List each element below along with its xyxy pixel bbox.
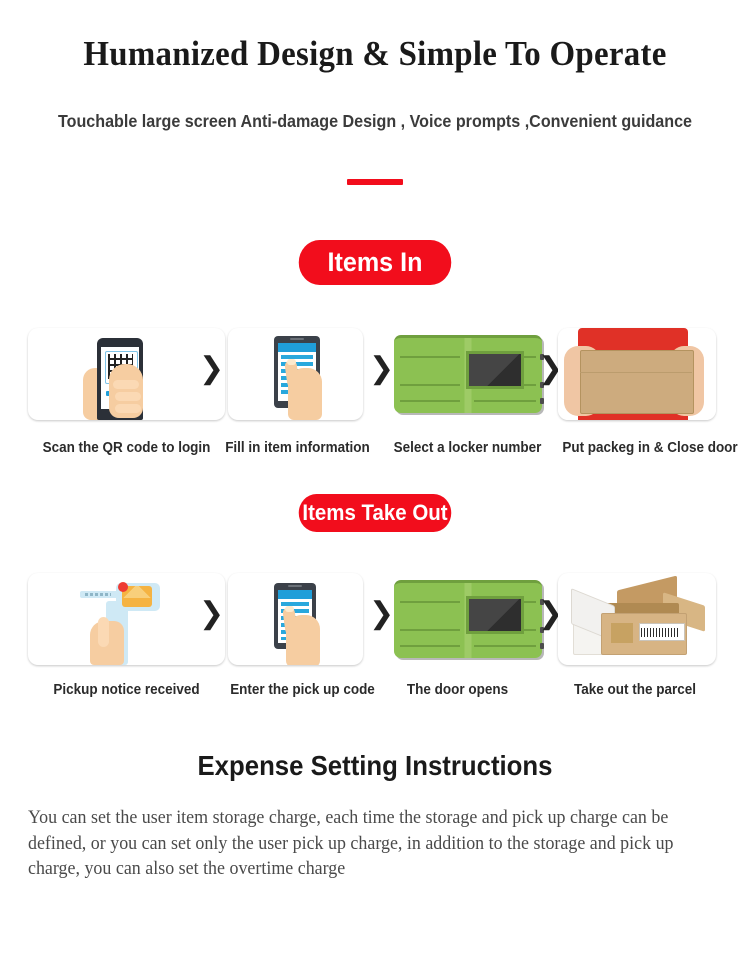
- red-divider: [347, 179, 403, 185]
- steps-row-items-in: ❯ ❯ ❯: [0, 320, 750, 420]
- step-caption: Pickup notice received: [53, 682, 200, 698]
- step-take-parcel: [558, 565, 716, 665]
- phone-notification-envelope-icon: [28, 573, 225, 665]
- step-caption: Enter the pick up code: [230, 682, 375, 698]
- section-badge-items-take-out: Items Take Out: [298, 494, 452, 532]
- chevron-right-icon: ❯: [369, 597, 395, 630]
- step-door-opens: [390, 565, 545, 665]
- step-card: [558, 328, 716, 420]
- expense-section-title: Expense Setting Instructions: [197, 750, 553, 781]
- step-card: [28, 573, 225, 665]
- step-fill-info: [228, 320, 363, 420]
- qr-phone-scan-icon: [28, 328, 225, 420]
- step-card: [558, 573, 716, 665]
- page-title: Humanized Design & Simple To Operate: [83, 34, 667, 73]
- tablet-form-tap-icon: [228, 573, 363, 665]
- step-card: [390, 328, 545, 420]
- courier-holding-box-image: [558, 328, 716, 420]
- step-caption: Select a locker number: [393, 440, 542, 456]
- step-scan-qr: [28, 320, 225, 420]
- chevron-right-icon: ❯: [538, 597, 564, 630]
- page-subtitle: Touchable large screen Anti-damage Desig…: [58, 111, 692, 131]
- open-box-barcode-icon: [558, 573, 716, 665]
- step-caption: The door opens: [406, 682, 509, 698]
- chevron-right-icon: ❯: [538, 352, 564, 385]
- step-caption: Take out the parcel: [574, 682, 696, 698]
- steps-row-items-take-out: ❯ ❯ ❯: [0, 565, 750, 665]
- step-card: [228, 573, 363, 665]
- step-pickup-notice: [28, 565, 225, 665]
- step-caption: Scan the QR code to login: [42, 440, 211, 456]
- green-locker-cabinet-icon: [390, 328, 545, 420]
- step-select-locker: [390, 320, 545, 420]
- step-card: [28, 328, 225, 420]
- step-enter-code: [228, 565, 363, 665]
- green-locker-cabinet-icon: [390, 573, 545, 665]
- chevron-right-icon: ❯: [199, 597, 225, 630]
- step-put-package: [558, 320, 716, 420]
- section-badge-items-in: Items In: [298, 240, 452, 285]
- step-caption: Fill in item information: [225, 440, 370, 456]
- tablet-form-tap-icon: [228, 328, 363, 420]
- chevron-right-icon: ❯: [199, 352, 225, 385]
- expense-section-body: You can set the user item storage charge…: [28, 808, 674, 879]
- step-card: [390, 573, 545, 665]
- step-card: [228, 328, 363, 420]
- chevron-right-icon: ❯: [369, 352, 395, 385]
- step-caption: Put packeg in & Close door: [562, 440, 738, 456]
